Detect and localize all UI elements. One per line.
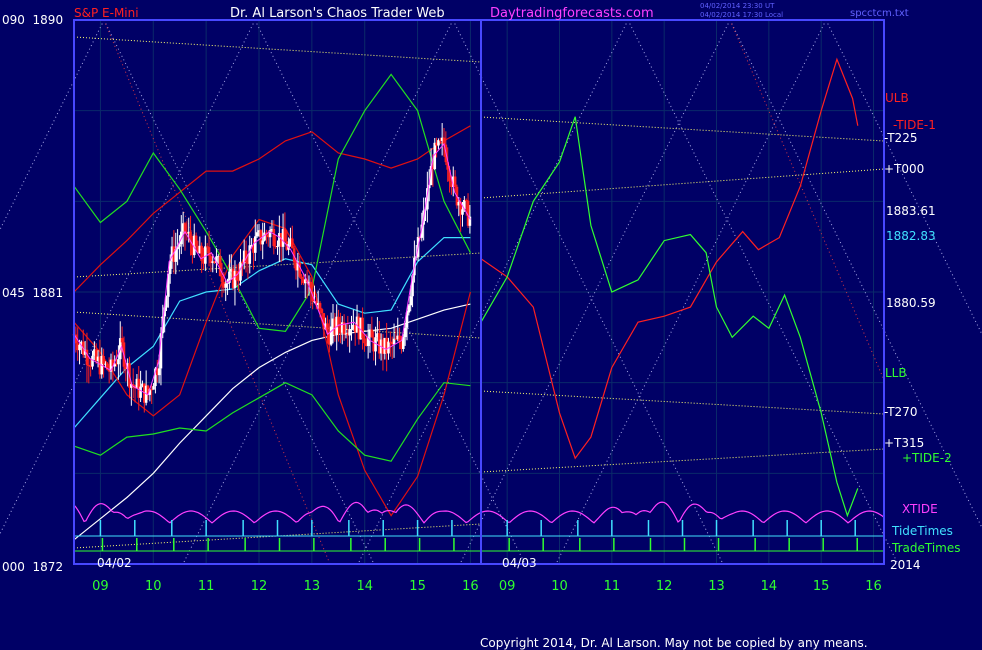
price-bar-body <box>91 355 94 367</box>
price-bar-body <box>329 326 333 345</box>
label-t000: +T000 <box>884 162 924 176</box>
price-bar-body <box>120 338 124 343</box>
symbol-label: S&P E-Mini <box>74 6 139 20</box>
x-tick-label: 12 <box>656 579 673 594</box>
price-bar-body <box>318 303 322 310</box>
label-tide1: -TIDE-1 <box>893 118 936 132</box>
x-tick-label: 10 <box>145 579 162 594</box>
x-tick-label: 13 <box>304 579 321 594</box>
price-bar-body <box>248 245 252 264</box>
x-tick-label: 15 <box>409 579 426 594</box>
price-bar-body <box>194 235 198 247</box>
label-tide2: +TIDE-2 <box>902 451 952 465</box>
date-label-day2: 04/03 <box>502 556 537 570</box>
x-tick-label: 09 <box>92 579 109 594</box>
price-bar-body <box>139 386 142 398</box>
price-bar-body <box>152 386 155 390</box>
price-bar-body <box>218 256 222 277</box>
price-bar-body <box>300 276 303 279</box>
price-bar-body <box>78 344 81 351</box>
price-bar-body <box>320 309 324 314</box>
price-bar-body <box>350 329 353 331</box>
x-tick-label: 15 <box>813 579 830 594</box>
price-bar-body <box>220 276 224 282</box>
copyright: Copyright 2014, Dr. Al Larson. May not b… <box>480 636 868 650</box>
y-tick-1890: 090 1890 <box>2 13 63 27</box>
timestamp-ut: 04/02/2014 23:30 UT <box>700 2 775 10</box>
price-bar-body <box>87 364 91 367</box>
y-tick-1872: 000 1872 <box>2 560 63 574</box>
chaos-trader-chart: S&P E-Mini Dr. Al Larson's Chaos Trader … <box>0 0 982 650</box>
price-bar-body <box>403 327 407 338</box>
price-bar-body <box>268 230 272 238</box>
x-tick-label: 13 <box>708 579 725 594</box>
x-tick-label: 12 <box>251 579 268 594</box>
price-bar-body <box>453 176 457 187</box>
price-bar-body <box>204 246 207 264</box>
price-bar-body <box>261 240 264 245</box>
site-label[interactable]: Daytradingforecasts.com <box>490 6 654 21</box>
price-bar-body <box>370 329 374 338</box>
file-label: spcctcm.txt <box>850 8 909 19</box>
x-tick-label: 11 <box>604 579 621 594</box>
price-bar-body <box>291 238 294 249</box>
label-price-1: 1883.61 <box>886 204 936 218</box>
price-bar-body <box>255 232 259 237</box>
price-bar-body <box>348 329 351 336</box>
price-bar-body <box>276 246 279 248</box>
price-bar-body <box>117 359 120 365</box>
price-bar-body <box>363 338 366 344</box>
price-bar-body <box>283 228 287 242</box>
x-tick-label: 16 <box>865 579 882 594</box>
label-xtide: XTIDE <box>902 502 938 516</box>
timestamp-local: 04/02/2014 17:30 Local <box>700 11 783 19</box>
label-ulb: ULB <box>885 91 909 105</box>
x-tick-label: 09 <box>499 579 516 594</box>
price-bar-body <box>461 209 464 215</box>
price-bar-body <box>409 296 412 306</box>
price-bar-body <box>361 317 364 339</box>
price-bar-body <box>157 368 161 376</box>
y-tick-1881: 045 1881 <box>2 286 63 300</box>
label-price-2: 1882.83 <box>886 229 936 243</box>
x-tick-label: 11 <box>198 579 215 594</box>
label-tradetimes: TradeTimes <box>891 541 960 555</box>
x-tick-label: 16 <box>462 579 479 594</box>
price-bar-body <box>254 236 257 253</box>
price-bar-body <box>224 283 227 288</box>
price-bar-body <box>407 305 411 313</box>
label-llb: LLB <box>885 366 907 380</box>
x-tick-label: 10 <box>551 579 568 594</box>
label-tidetimes: TideTimes <box>891 524 953 538</box>
price-bar-body <box>272 229 276 247</box>
label-t270: -T270 <box>884 405 917 419</box>
chart-title: Dr. Al Larson's Chaos Trader Web <box>230 6 445 21</box>
label-t225: -T225 <box>884 131 917 145</box>
label-year: 2014 <box>890 558 921 572</box>
x-tick-label: 14 <box>356 579 373 594</box>
price-bar-body <box>102 356 105 364</box>
label-t315: +T315 <box>884 436 924 450</box>
chart-background <box>0 0 982 650</box>
label-price-3: 1880.59 <box>886 296 936 310</box>
x-tick-label: 14 <box>761 579 778 594</box>
date-label-day1: 04/02 <box>97 556 132 570</box>
